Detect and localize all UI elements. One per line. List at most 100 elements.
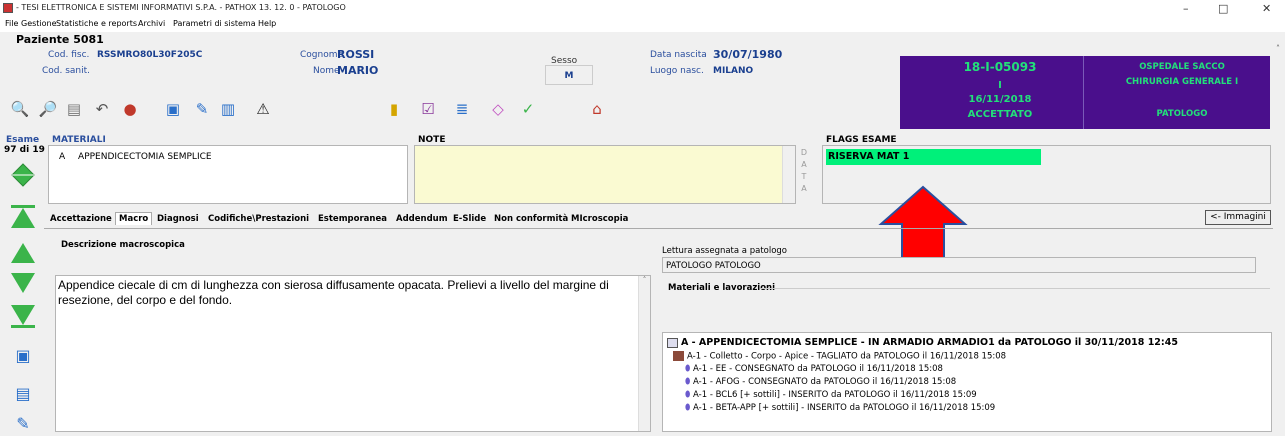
close-button[interactable]: ✕ xyxy=(1262,2,1271,15)
tree-block-label: A-1 - Colletto - Corpo - Apice - TAGLIAT… xyxy=(687,351,1007,362)
tree-root[interactable]: A - APPENDICECTOMIA SEMPLICE - IN ARMADI… xyxy=(667,337,1178,348)
edit-document-icon[interactable]: ✎ xyxy=(192,99,212,119)
data-letter: D xyxy=(800,148,808,157)
tree-slide[interactable]: ⬮ A-1 - BETA-APP [+ sottili] - INSERITO … xyxy=(685,403,995,413)
tab-macro[interactable]: Macro xyxy=(115,212,153,225)
menu-help[interactable]: Help xyxy=(258,19,276,28)
exam-info-panel: 18-I-05093 I 16/11/2018 ACCETTATO OSPEDA… xyxy=(900,56,1270,129)
data-letter: A xyxy=(801,160,807,169)
sesso-value: M xyxy=(564,71,574,81)
tab-e-slide[interactable]: E-Slide xyxy=(453,214,486,224)
flags-label: FLAGS ESAME xyxy=(826,135,897,145)
tree-slide[interactable]: ⬮ A-1 - BCL6 [+ sottili] - INSERITO da P… xyxy=(685,390,977,400)
macro-text: Appendice ciecale di cm di lunghezza con… xyxy=(58,278,609,307)
document-icon[interactable]: ▤ xyxy=(10,380,36,406)
lavorazioni-groupbox-line xyxy=(760,288,1270,289)
app-logo-icon xyxy=(3,3,13,13)
data-letter: A xyxy=(801,184,807,193)
new-record-icon[interactable]: ▣ xyxy=(10,342,36,368)
tab-microscopia[interactable]: MIcroscopia xyxy=(571,214,628,224)
tree-slide-label: A-1 - EE - CONSEGNATO da PATOLOGO il 16/… xyxy=(693,364,943,374)
folder-icon xyxy=(667,337,678,348)
window-scroll-up[interactable]: ˄ xyxy=(1276,44,1280,53)
lettura-label: Lettura assegnata a patologo xyxy=(662,246,788,256)
previous-record-icon[interactable] xyxy=(10,240,36,266)
menu-gestione[interactable]: Gestione xyxy=(21,19,57,28)
edit-record-icon[interactable]: ✎ xyxy=(10,410,36,436)
tab-codifiche[interactable]: Codifiche\Prestazioni xyxy=(208,214,309,224)
first-record-icon[interactable] xyxy=(10,203,36,229)
cod-sanit-label: Cod. sanit. xyxy=(42,66,91,76)
tree-slide-label: A-1 - BCL6 [+ sottili] - INSERITO da PAT… xyxy=(693,390,977,400)
materiali-label: MATERIALI xyxy=(52,135,106,145)
tree-block[interactable]: A-1 - Colletto - Corpo - Apice - TAGLIAT… xyxy=(673,351,1006,362)
note-scrollbar[interactable] xyxy=(782,146,795,203)
block-icon xyxy=(673,351,684,361)
undo-icon[interactable]: ↶ xyxy=(92,99,112,119)
panel-divider xyxy=(1083,56,1084,129)
lettura-field[interactable]: PATOLOGO PATOLOGO xyxy=(662,257,1256,273)
data-vertical-label: D A T A xyxy=(798,147,810,195)
tab-accettazione[interactable]: Accettazione xyxy=(50,214,112,224)
next-record-icon[interactable] xyxy=(10,270,36,296)
exam-label: Esame xyxy=(6,135,40,145)
menu-archivi[interactable]: Archivi xyxy=(138,19,165,28)
tree-slide-label: A-1 - AFOG - CONSEGNATO da PATOLOGO il 1… xyxy=(693,377,957,387)
data-nascita-value: 30/07/1980 xyxy=(713,48,783,61)
lavorazioni-tree: A - APPENDICECTOMIA SEMPLICE - IN ARMADI… xyxy=(662,332,1272,432)
home-icon[interactable]: ⌂ xyxy=(587,99,607,119)
materiali-desc: APPENDICECTOMIA SEMPLICE xyxy=(78,152,212,162)
search-plus-icon[interactable]: 🔎 xyxy=(38,99,58,119)
tab-strip-line xyxy=(44,228,1273,229)
diamond-nav-icon[interactable] xyxy=(10,162,36,188)
patient-header: Paziente 5081 xyxy=(16,33,104,46)
materiali-code: A xyxy=(59,152,66,162)
tree-slide[interactable]: ⬮ A-1 - EE - CONSEGNATO da PATOLOGO il 1… xyxy=(685,364,943,374)
patient-icon[interactable]: ● xyxy=(120,99,140,119)
tab-diagnosi[interactable]: Diagnosi xyxy=(157,214,199,224)
menu-file[interactable]: File xyxy=(5,19,18,28)
title-bar: - TESI ELETTRONICA E SISTEMI INFORMATIVI… xyxy=(0,0,1285,18)
macro-textarea[interactable]: Appendice ciecale di cm di lunghezza con… xyxy=(55,275,651,432)
slide-icon: ⬮ xyxy=(685,377,691,387)
list-icon[interactable]: ≣ xyxy=(452,99,472,119)
minimize-button[interactable]: – xyxy=(1183,2,1189,15)
checkbox-icon[interactable]: ☑ xyxy=(418,99,438,119)
warning-icon[interactable]: ⚠ xyxy=(253,99,273,119)
find-record-icon[interactable]: ▤ xyxy=(64,99,84,119)
lettura-value: PATOLOGO PATOLOGO xyxy=(666,261,761,271)
luogo-label: Luogo nasc. xyxy=(650,66,704,76)
maximize-button[interactable]: □ xyxy=(1218,2,1228,15)
exam-counter: 97 di 19 xyxy=(4,145,45,155)
slide-icon: ⬮ xyxy=(685,364,691,374)
macro-scrollbar[interactable]: ˄ xyxy=(638,276,650,431)
materiali-item[interactable]: A APPENDICECTOMIA SEMPLICE xyxy=(59,152,212,162)
books-icon[interactable]: ▮ xyxy=(384,99,404,119)
new-document-icon[interactable]: ▣ xyxy=(163,99,183,119)
search-icon[interactable]: 🔍 xyxy=(10,99,30,119)
menu-parametri[interactable]: Parametri di sistema xyxy=(173,19,256,28)
cod-fisc-value: RSSMRO80L30F205C xyxy=(97,50,203,60)
shape-icon[interactable]: ◇ xyxy=(488,99,508,119)
slide-icon: ⬮ xyxy=(685,390,691,400)
role-name: PATOLOGO xyxy=(1156,109,1208,119)
note-textarea[interactable] xyxy=(414,145,796,204)
nome-label: Nome xyxy=(313,66,340,76)
tab-addendum[interactable]: Addendum xyxy=(396,214,448,224)
data-nascita-label: Data nascita xyxy=(650,50,707,60)
tab-estemporanea[interactable]: Estemporanea xyxy=(318,214,387,224)
tree-root-label: A - APPENDICECTOMIA SEMPLICE - IN ARMADI… xyxy=(681,337,1178,348)
menu-statistiche[interactable]: Statistiche e reports xyxy=(56,19,137,28)
exam-date: 16/11/2018 xyxy=(968,94,1032,105)
immagini-button[interactable]: <- Immagini xyxy=(1205,210,1271,225)
tree-slide[interactable]: ⬮ A-1 - AFOG - CONSEGNATO da PATOLOGO il… xyxy=(685,377,956,387)
data-letter: T xyxy=(801,172,807,181)
last-record-icon[interactable] xyxy=(10,303,36,329)
flag-item[interactable]: RISERVA MAT 1 xyxy=(826,149,1041,165)
tab-non-conformita[interactable]: Non conformità xyxy=(494,214,568,224)
tree-slide-label: A-1 - BETA-APP [+ sottili] - INSERITO da… xyxy=(693,403,996,413)
check-doc-icon[interactable]: ✓ xyxy=(518,99,538,119)
delete-icon[interactable]: ▥ xyxy=(218,99,238,119)
department-name: CHIRURGIA GENERALE I xyxy=(1125,77,1239,87)
lavorazioni-label: Materiali e lavorazioni xyxy=(668,283,775,293)
